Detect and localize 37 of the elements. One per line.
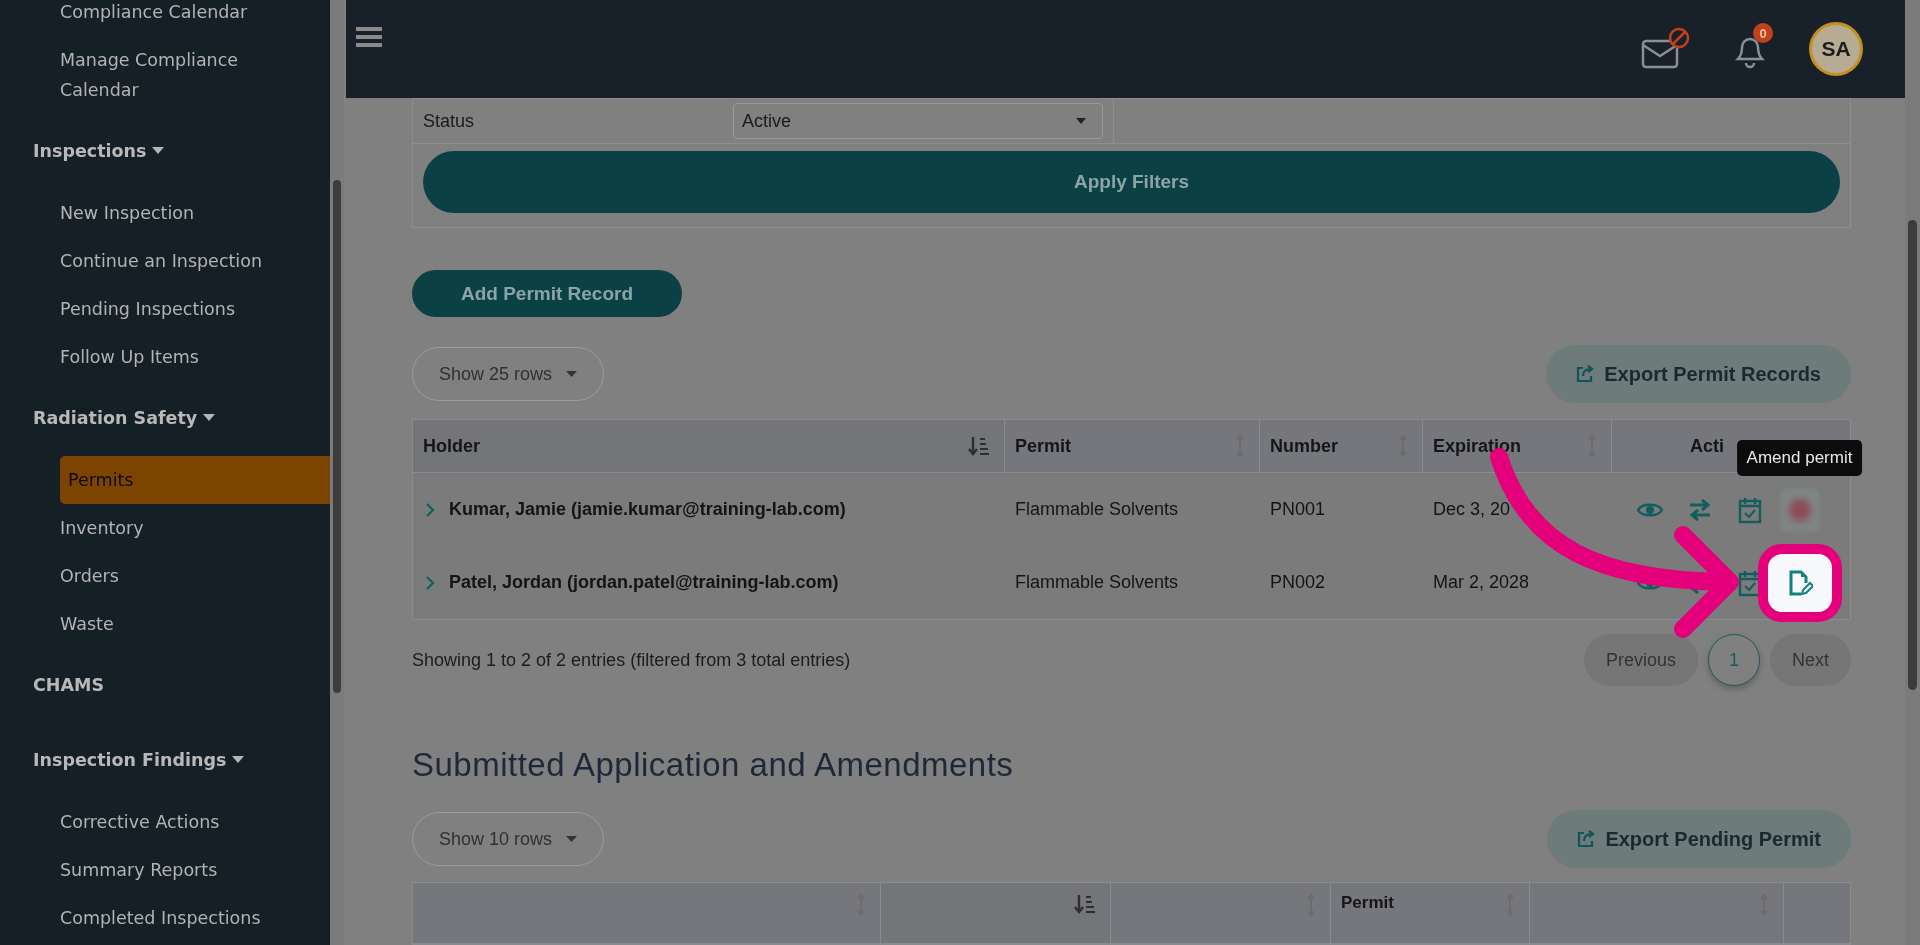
sidebar-section[interactable]: Inspections (0, 127, 165, 175)
sidebar-section[interactable]: Inspection Findings (0, 736, 245, 784)
sidebar-item[interactable]: Waste (49, 600, 310, 648)
sidebar-item[interactable]: Continue an Inspection (49, 237, 310, 285)
sidebar-item[interactable]: Compliance Calendar (49, 0, 310, 36)
sidebar-section[interactable]: CHAMS (0, 661, 105, 709)
sidebar-item[interactable]: Manage Compliance Calendar (49, 36, 310, 114)
entries-info: Showing 1 to 2 of 2 entries (filtered from 3 total entries) (412, 649, 851, 671)
sidebar-item[interactable]: Inventory (49, 504, 310, 552)
tooltip: Amend permit (1736, 439, 1863, 476)
status-select[interactable]: Active (733, 103, 1103, 139)
table-cell: Patel, Jordan (jordan.patel@training-lab.com) (449, 572, 839, 593)
sidebar-item[interactable]: Orders (49, 552, 310, 600)
table-cell: PN001 (1270, 499, 1326, 520)
table-cell: PN002 (1270, 572, 1326, 593)
sidebar-item[interactable]: Pending Inspections (49, 285, 310, 333)
sidebar-item[interactable]: Completed Inspections (49, 894, 310, 942)
column-header[interactable]: Number (1260, 420, 1423, 472)
table-cell: Mar 2, 2028 (1433, 572, 1530, 593)
sidebar-section[interactable]: Radiation Safety (0, 394, 216, 442)
section-heading: Submitted Application and Amendments (412, 746, 1015, 784)
user-avatar[interactable]: SA (1809, 22, 1863, 76)
sidebar-item[interactable]: Follow Up Items (49, 333, 310, 381)
table-cell: Flammable Solvents (1015, 499, 1179, 520)
filter-label: Status (422, 110, 476, 132)
sidebar-item[interactable]: New Inspection (49, 189, 310, 237)
notification-badge: 0 (1753, 23, 1773, 43)
column-header[interactable]: Expiration (1423, 420, 1612, 472)
column-header[interactable]: Permit (1005, 420, 1260, 472)
sidebar-item[interactable]: Summary Reports (49, 846, 310, 894)
table-cell: Flammable Solvents (1015, 572, 1179, 593)
apply-filters-button[interactable]: Apply Filters (423, 151, 1840, 213)
column-header[interactable]: Permit (1341, 893, 1394, 913)
table-cell: Dec 3, 20 (1433, 499, 1511, 520)
add-record-button[interactable]: Add Permit Record (412, 270, 682, 317)
table-cell: Kumar, Jamie (jamie.kumar@training-lab.com) (449, 499, 846, 520)
sidebar-item[interactable]: Corrective Actions (49, 798, 310, 846)
